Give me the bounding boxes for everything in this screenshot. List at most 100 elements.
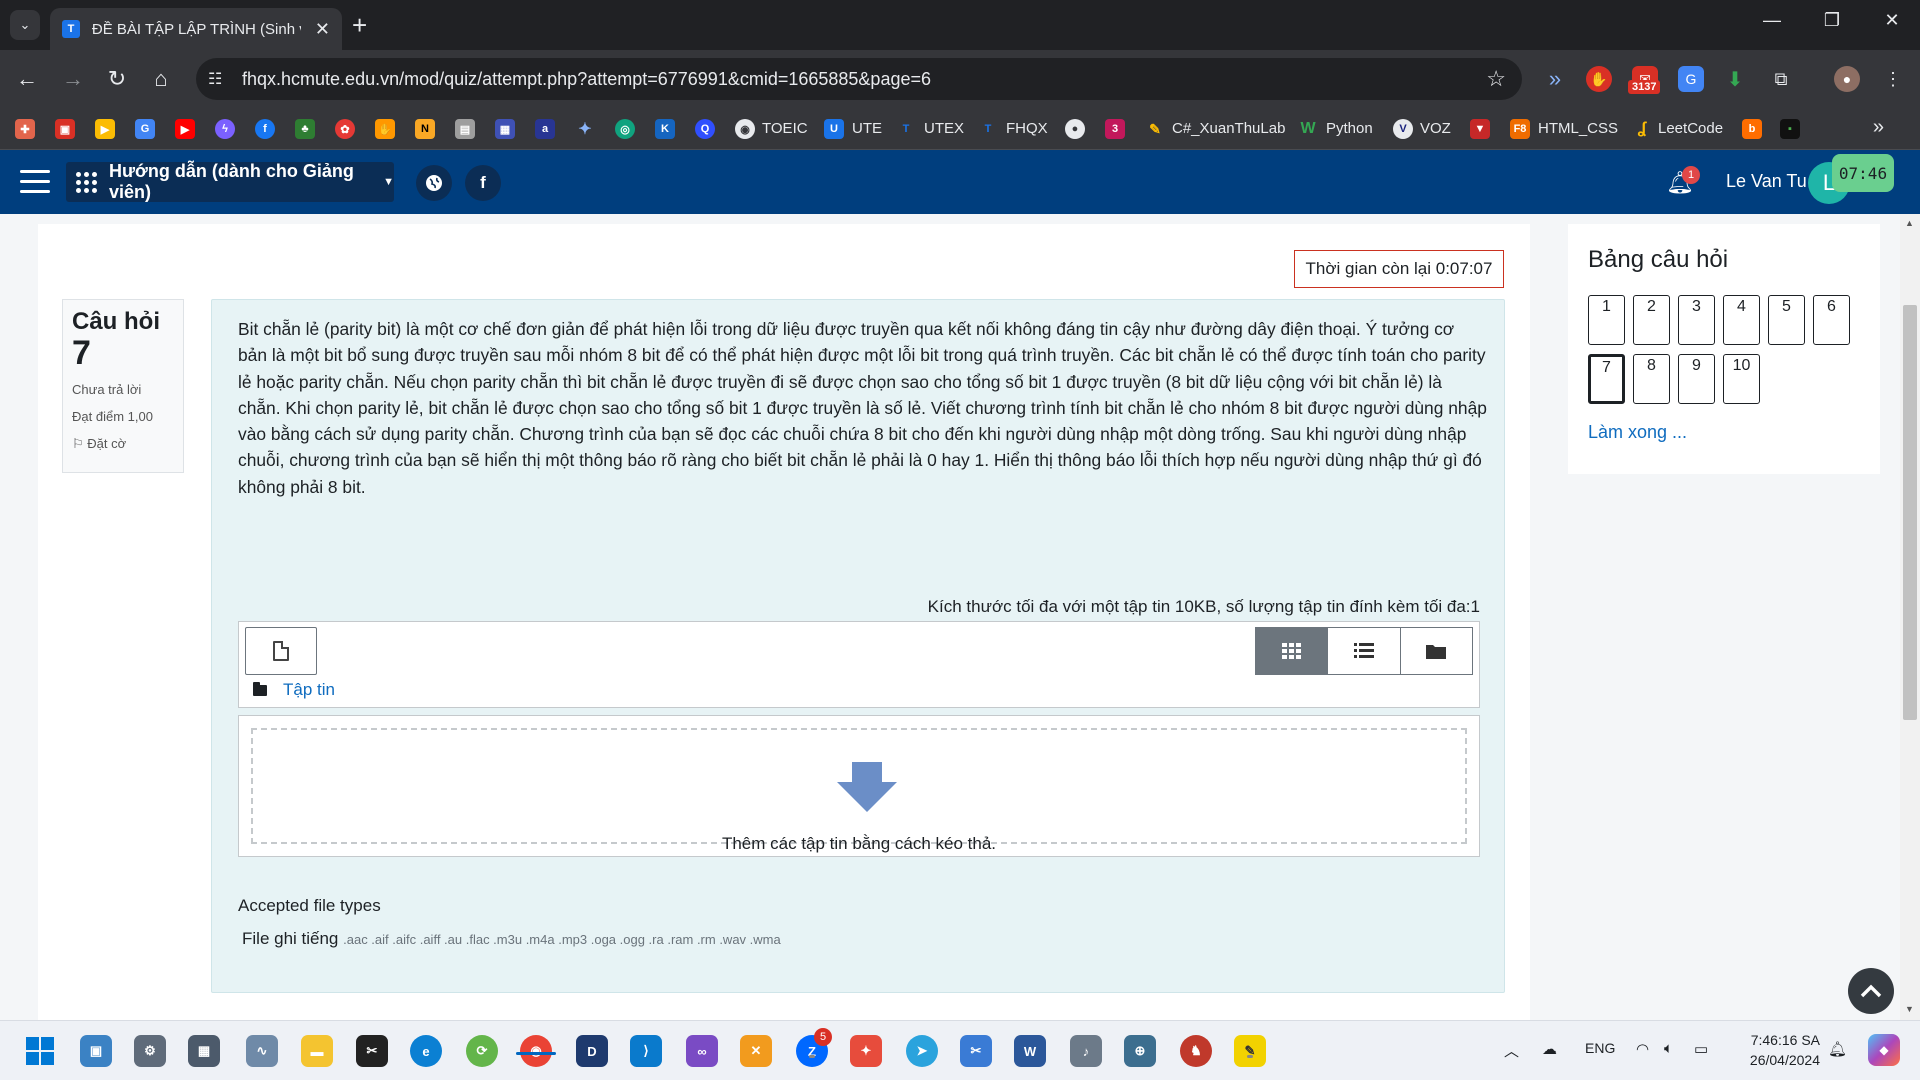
back-to-top-button[interactable] [1848,968,1894,1014]
browser-tab[interactable]: T ĐỀ BÀI TẬP LẬP TRÌNH (Sinh viê ✕ [50,8,342,50]
scroll-down-icon[interactable]: ▼ [1905,1004,1914,1014]
bookmark-ute[interactable]: UTE [852,120,882,137]
telegram-icon[interactable]: ➤ [906,1035,938,1067]
xmind-icon[interactable]: ✕ [740,1035,772,1067]
vscode-icon[interactable]: ⟩ [630,1035,662,1067]
bookmark-youtube-icon[interactable]: ▶ [175,119,195,139]
bookmark-photo-icon[interactable]: ▣ [55,119,75,139]
user-name[interactable]: Le Van Tu [1726,171,1807,192]
question-nav-button-2[interactable]: 2 [1633,295,1670,345]
magnifier-app-icon[interactable]: ⊕ [1124,1035,1156,1067]
bookmark-translate-icon[interactable]: G [135,119,155,139]
bookmark-shield-icon[interactable]: ▼ [1470,119,1490,139]
bookmark-python-icon[interactable]: W [1298,119,1318,139]
bookmark-leetcode-icon[interactable]: ʆ [1632,119,1652,139]
bookmark-fhqx[interactable]: FHQX [1006,120,1048,137]
url-text[interactable]: fhqx.hcmute.edu.vn/mod/quiz/attempt.php?… [242,69,931,90]
onedrive-cloud-icon[interactable]: ☁ [1542,1040,1557,1058]
globe-icon[interactable] [416,165,452,201]
address-bar[interactable]: ☷ fhqx.hcmute.edu.vn/mod/quiz/attempt.ph… [196,58,1522,100]
question-nav-button-4[interactable]: 4 [1723,295,1760,345]
file-explorer-icon[interactable]: ▬ [301,1035,333,1067]
question-nav-button-5[interactable]: 5 [1768,295,1805,345]
bookmark-i3-icon[interactable]: 3 [1105,119,1125,139]
question-nav-button-6[interactable]: 6 [1813,295,1850,345]
files-folder-link[interactable]: Tập tin [283,680,335,700]
wifi-icon[interactable]: ◠ [1636,1040,1649,1058]
bookmark-facebook-icon[interactable]: f [255,119,275,139]
tray-clock[interactable]: 7:46:16 SA 26/04/2024 [1724,1030,1820,1070]
new-tab-button[interactable]: + [352,10,367,40]
reload-icon[interactable]: ↻ [102,64,132,94]
bookmark-k-icon[interactable]: K [655,119,675,139]
browser-menu-icon[interactable]: ⋮ [1880,66,1906,92]
copilot-icon[interactable]: ◆ [1868,1034,1900,1066]
question-nav-button-3[interactable]: 3 [1678,295,1715,345]
finish-attempt-link[interactable]: Làm xong ... [1588,422,1687,443]
site-info-icon[interactable]: ☷ [208,69,222,89]
devcpp-icon[interactable]: D [576,1035,608,1067]
add-file-button[interactable] [245,627,317,675]
bookmark-n-icon[interactable]: N [415,119,435,139]
tab-search-button[interactable]: ⌄ [10,10,40,40]
extension-download-icon[interactable]: ⬇ [1722,66,1748,92]
flag-question-button[interactable]: ⚐ Đặt cờ [72,436,174,452]
bookmark-utex-icon[interactable]: T [896,119,916,139]
performance-app-icon[interactable]: ∿ [246,1035,278,1067]
bookmark-fhqx-icon[interactable]: T [978,119,998,139]
bookmark-f8-icon[interactable]: F8 [1510,119,1530,139]
game-app-icon[interactable]: ♞ [1180,1035,1212,1067]
tray-chevron-icon[interactable]: ︿ [1504,1040,1519,1061]
question-nav-button-7[interactable]: 7 [1588,354,1625,404]
question-nav-button-10[interactable]: 10 [1723,354,1760,404]
bookmark-b-icon[interactable]: b [1742,119,1762,139]
capcut-icon[interactable]: ✂ [356,1035,388,1067]
bookmark-star-icon[interactable]: ☆ [1486,66,1506,92]
question-nav-button-1[interactable]: 1 [1588,295,1625,345]
bookmark-utex[interactable]: UTEX [924,120,964,137]
extension-forward-icon[interactable]: » [1542,66,1568,92]
chrome-icon[interactable]: ◉ [520,1035,552,1067]
bookmark-toeic-icon[interactable]: ◉ [735,119,755,139]
sticky-notes-icon[interactable]: ✎ [1234,1035,1266,1067]
facebook-icon[interactable]: f [465,165,501,201]
bookmark-terminal-icon[interactable]: ▪ [1780,119,1800,139]
file-dropzone[interactable]: Thêm các tập tin bằng cách kéo thả. [238,715,1480,857]
bookmark-book-icon[interactable]: ▤ [455,119,475,139]
volume-icon[interactable]: 🔈︎ [1664,1040,1673,1057]
notifications-bell-icon[interactable]: 🔔︎ [1828,1040,1847,1058]
hamburger-menu-icon[interactable] [20,170,50,194]
close-window-button[interactable]: ✕ [1872,10,1912,31]
profile-avatar-icon[interactable]: ● [1834,66,1860,92]
scroll-up-icon[interactable]: ▲ [1905,218,1914,228]
bookmark-toeic[interactable]: TOEIC [762,120,808,137]
language-indicator[interactable]: ENG [1585,1040,1615,1056]
snipping-tool-icon[interactable]: ✂ [960,1035,992,1067]
visual-studio-icon[interactable]: ∞ [686,1035,718,1067]
question-nav-button-9[interactable]: 9 [1678,354,1715,404]
bookmark-csharp[interactable]: C#_XuanThuLab [1172,120,1285,137]
scrollbar-thumb[interactable] [1903,305,1917,720]
calculator-icon[interactable]: ▦ [188,1035,220,1067]
paint-app-icon[interactable]: ✦ [850,1035,882,1067]
bookmark-gift-icon[interactable]: ✚ [15,119,35,139]
extension-adblock-icon[interactable]: ✋ [1586,66,1612,92]
edge-browser-icon[interactable]: e [410,1035,442,1067]
bookmark-python[interactable]: Python [1326,120,1373,137]
bookmark-q-icon[interactable]: Q [695,119,715,139]
settings-gear-icon[interactable]: ⚙ [134,1035,166,1067]
forward-arrow-icon[interactable]: → [58,64,88,94]
bookmark-leetcode[interactable]: LeetCode [1658,120,1723,137]
bookmark-circle-icon[interactable]: ✿ [335,119,355,139]
guide-dropdown[interactable]: Hướng dẫn (dành cho Giảng viên) ▼ [66,161,394,202]
bookmark-gemini-icon[interactable]: ✦ [575,119,595,139]
extension-translate-icon[interactable]: G [1678,66,1704,92]
bookmark-htmlcss[interactable]: HTML_CSS [1538,120,1618,137]
close-tab-icon[interactable]: ✕ [315,19,330,40]
bookmark-allo-icon[interactable]: a [535,119,555,139]
home-icon[interactable]: ⌂ [146,64,176,94]
extensions-puzzle-icon[interactable]: ⧉ [1768,66,1794,92]
list-view-button[interactable] [1328,628,1401,674]
bookmark-voz[interactable]: VOZ [1420,120,1451,137]
bookmark-chatgpt-icon[interactable]: ◎ [615,119,635,139]
